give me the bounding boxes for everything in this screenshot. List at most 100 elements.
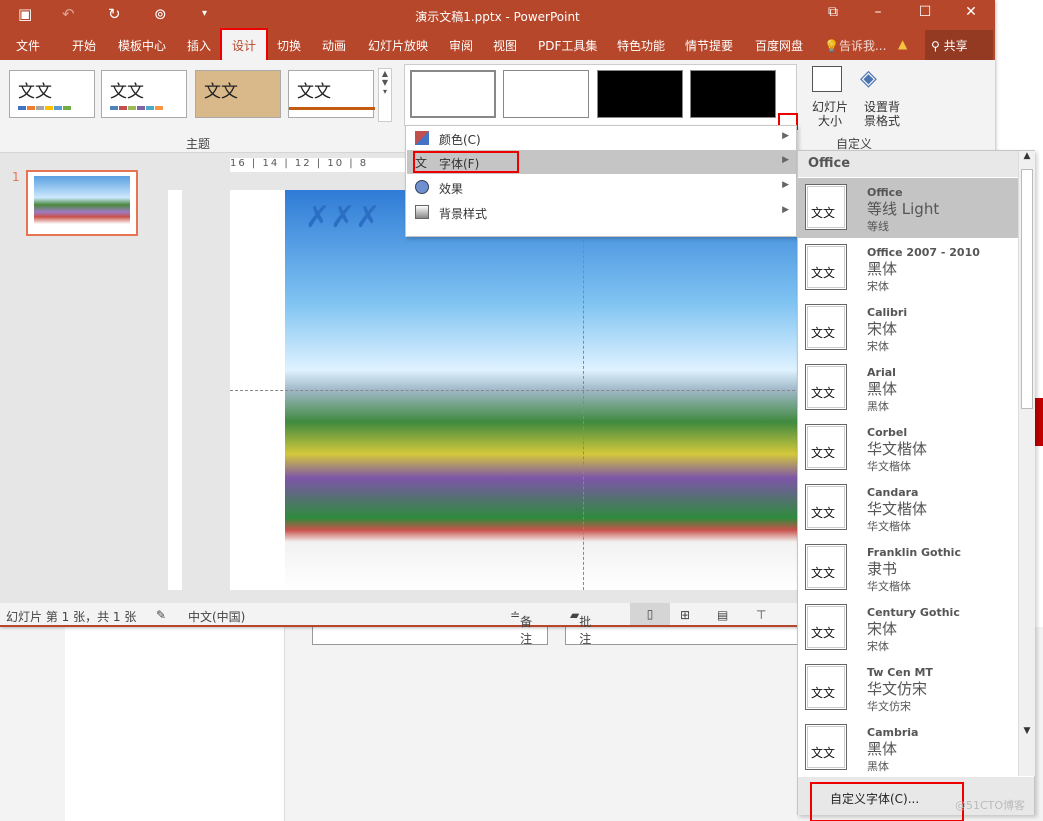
tab-insert[interactable]: 插入	[187, 37, 211, 54]
body-font: 宋体	[867, 340, 889, 353]
tell-me-search[interactable]: 💡告诉我...	[824, 37, 886, 54]
custom-fonts-button[interactable]: 自定义字体(C)...	[810, 782, 964, 821]
variant-2[interactable]	[503, 70, 589, 118]
close-button[interactable]: ✕	[956, 4, 986, 20]
tab-view[interactable]: 视图	[493, 37, 517, 54]
warning-icon[interactable]: ▲	[898, 37, 907, 51]
tab-transitions[interactable]: 切换	[277, 37, 301, 54]
tab-templates[interactable]: 模板中心	[118, 37, 166, 54]
tab-animations[interactable]: 动画	[322, 37, 346, 54]
design-dropdown-menu: 颜色(C) ▶ 文字体(F) ▶ 效果 ▶ 背景样式 ▶	[405, 125, 797, 237]
slide-size-icon	[812, 66, 842, 92]
font-item[interactable]: 文文 Cambria 黑体 黑体	[798, 718, 1018, 778]
menu-item-effects[interactable]: 效果 ▶	[407, 175, 797, 199]
tab-storyboard[interactable]: 情节提要	[685, 37, 733, 54]
body-font: 黑体	[867, 760, 889, 773]
chevron-right-icon: ▶	[782, 131, 789, 141]
minimize-button[interactable]: –	[863, 4, 893, 20]
theme-4[interactable]: 文文	[288, 70, 375, 118]
slide-canvas[interactable]: ✗✗✗	[230, 190, 800, 590]
font-item[interactable]: 文文 Calibri 宋体 宋体	[798, 298, 1018, 358]
font-preview-text: 文文	[811, 506, 836, 520]
theme-swatch	[289, 107, 375, 110]
colors-icon	[415, 131, 429, 145]
heading-font: 华文仿宋	[867, 680, 928, 698]
comments-button[interactable]: ▰ 批注	[570, 608, 591, 646]
font-preview-text: 文文	[811, 566, 836, 580]
font-item[interactable]: 文文 Arial 黑体 黑体	[798, 358, 1018, 418]
theme-2[interactable]: 文文	[101, 70, 187, 118]
background-card	[312, 627, 548, 645]
theme-3[interactable]: 文文	[195, 70, 281, 118]
fonts-header: Office	[798, 151, 1018, 177]
background-pane	[65, 627, 285, 821]
body-font: 宋体	[867, 280, 889, 293]
tell-me-label: 告诉我...	[838, 39, 887, 53]
tab-baidu[interactable]: 百度网盘	[755, 37, 803, 54]
tab-slideshow[interactable]: 幻灯片放映	[368, 37, 428, 54]
theme-sample: 文文	[204, 82, 238, 102]
font-item[interactable]: 文文 Candara 华文楷体 华文楷体	[798, 478, 1018, 538]
theme-office[interactable]: 文文	[9, 70, 95, 118]
reading-view-button[interactable]: ▤	[717, 608, 728, 622]
font-item[interactable]: 文文 Office 2007 - 2010 黑体 宋体	[798, 238, 1018, 298]
font-item[interactable]: 文文 Century Gothic 宋体 宋体	[798, 598, 1018, 658]
font-item[interactable]: 文文 Franklin Gothic 隶书 华文楷体	[798, 538, 1018, 598]
thumbnail-image	[34, 176, 130, 224]
tab-pdf[interactable]: PDF工具集	[538, 37, 597, 54]
slide-size-button[interactable]: 幻灯片大小	[810, 100, 850, 128]
slideshow-button[interactable]: ⊤	[756, 608, 766, 622]
font-preview-text: 文文	[811, 386, 836, 400]
tab-features[interactable]: 特色功能	[617, 37, 665, 54]
heading-font: 宋体	[867, 620, 898, 638]
maximize-button[interactable]: ☐	[910, 4, 940, 20]
font-preview-text: 文文	[811, 686, 836, 700]
scroll-thumb[interactable]	[1021, 169, 1033, 409]
variant-3[interactable]	[597, 70, 683, 118]
tab-file[interactable]: 文件	[16, 37, 40, 54]
slide-sorter-button[interactable]: ⊞	[680, 608, 690, 622]
effects-icon	[415, 180, 429, 194]
scroll-up-icon[interactable]: ▲	[1019, 151, 1035, 161]
font-item[interactable]: 文文 Office 等线 Light 等线	[798, 178, 1018, 238]
comments-label: 批注	[579, 615, 592, 646]
variant-4[interactable]	[690, 70, 776, 118]
share-button[interactable]: ⚲ 共享	[925, 30, 993, 60]
variant-1[interactable]	[410, 70, 496, 118]
format-background-button[interactable]: 设置背景格式	[860, 100, 904, 128]
theme-swatch	[18, 106, 71, 110]
format-background-icon: ◈	[860, 66, 877, 91]
theme-gallery-scroll[interactable]: ▲ ▼ ▾	[378, 68, 392, 122]
font-preview: 文文	[805, 184, 847, 230]
font-preview: 文文	[805, 244, 847, 290]
notes-button[interactable]: ≐ 备注	[510, 608, 532, 646]
font-preview: 文文	[805, 724, 847, 770]
menu-item-background-styles[interactable]: 背景样式 ▶	[407, 200, 797, 224]
ribbon-display-icon[interactable]: ⧉	[818, 4, 848, 20]
spellcheck-icon[interactable]: ✎	[156, 608, 166, 622]
guide-horizontal	[230, 390, 800, 391]
person-icon: ⚲	[931, 39, 940, 53]
font-preview-text: 文文	[811, 626, 836, 640]
tab-design[interactable]: 设计	[219, 28, 269, 62]
font-item[interactable]: 文文 Corbel 华文楷体 华文楷体	[798, 418, 1018, 478]
menu-item-fonts[interactable]: 文字体(F) ▶	[407, 150, 797, 174]
body-font: 华文仿宋	[867, 700, 911, 713]
guide-vertical	[583, 190, 584, 590]
font-preview: 文文	[805, 664, 847, 710]
slide-thumbnail[interactable]	[26, 170, 138, 236]
slide-number: 1	[12, 170, 20, 184]
language[interactable]: 中文(中国)	[188, 608, 245, 625]
title-bar: ▣ ↶ ↻ ⊚ ▾ 演示文稿1.pptx - PowerPoint ⧉ – ☐ …	[0, 0, 995, 30]
body-font: 等线	[867, 220, 889, 233]
font-item[interactable]: 文文 Tw Cen MT 华文仿宋 华文仿宋	[798, 658, 1018, 718]
ribbon-tabs: 文件 开始 模板中心 插入 设计 切换 动画 幻灯片放映 审阅 视图 PDF工具…	[0, 28, 995, 62]
scroll-down-icon[interactable]: ▼	[1019, 726, 1035, 736]
fonts-scrollbar[interactable]: ▲ ▼	[1018, 151, 1035, 776]
normal-view-button[interactable]: ▯	[630, 603, 670, 625]
tab-home[interactable]: 开始	[72, 37, 96, 54]
menu-item-colors[interactable]: 颜色(C) ▶	[407, 126, 797, 150]
slide-info: 幻灯片 第 1 张，共 1 张	[6, 610, 137, 624]
theme-swatch	[110, 106, 163, 110]
tab-review[interactable]: 审阅	[449, 37, 473, 54]
